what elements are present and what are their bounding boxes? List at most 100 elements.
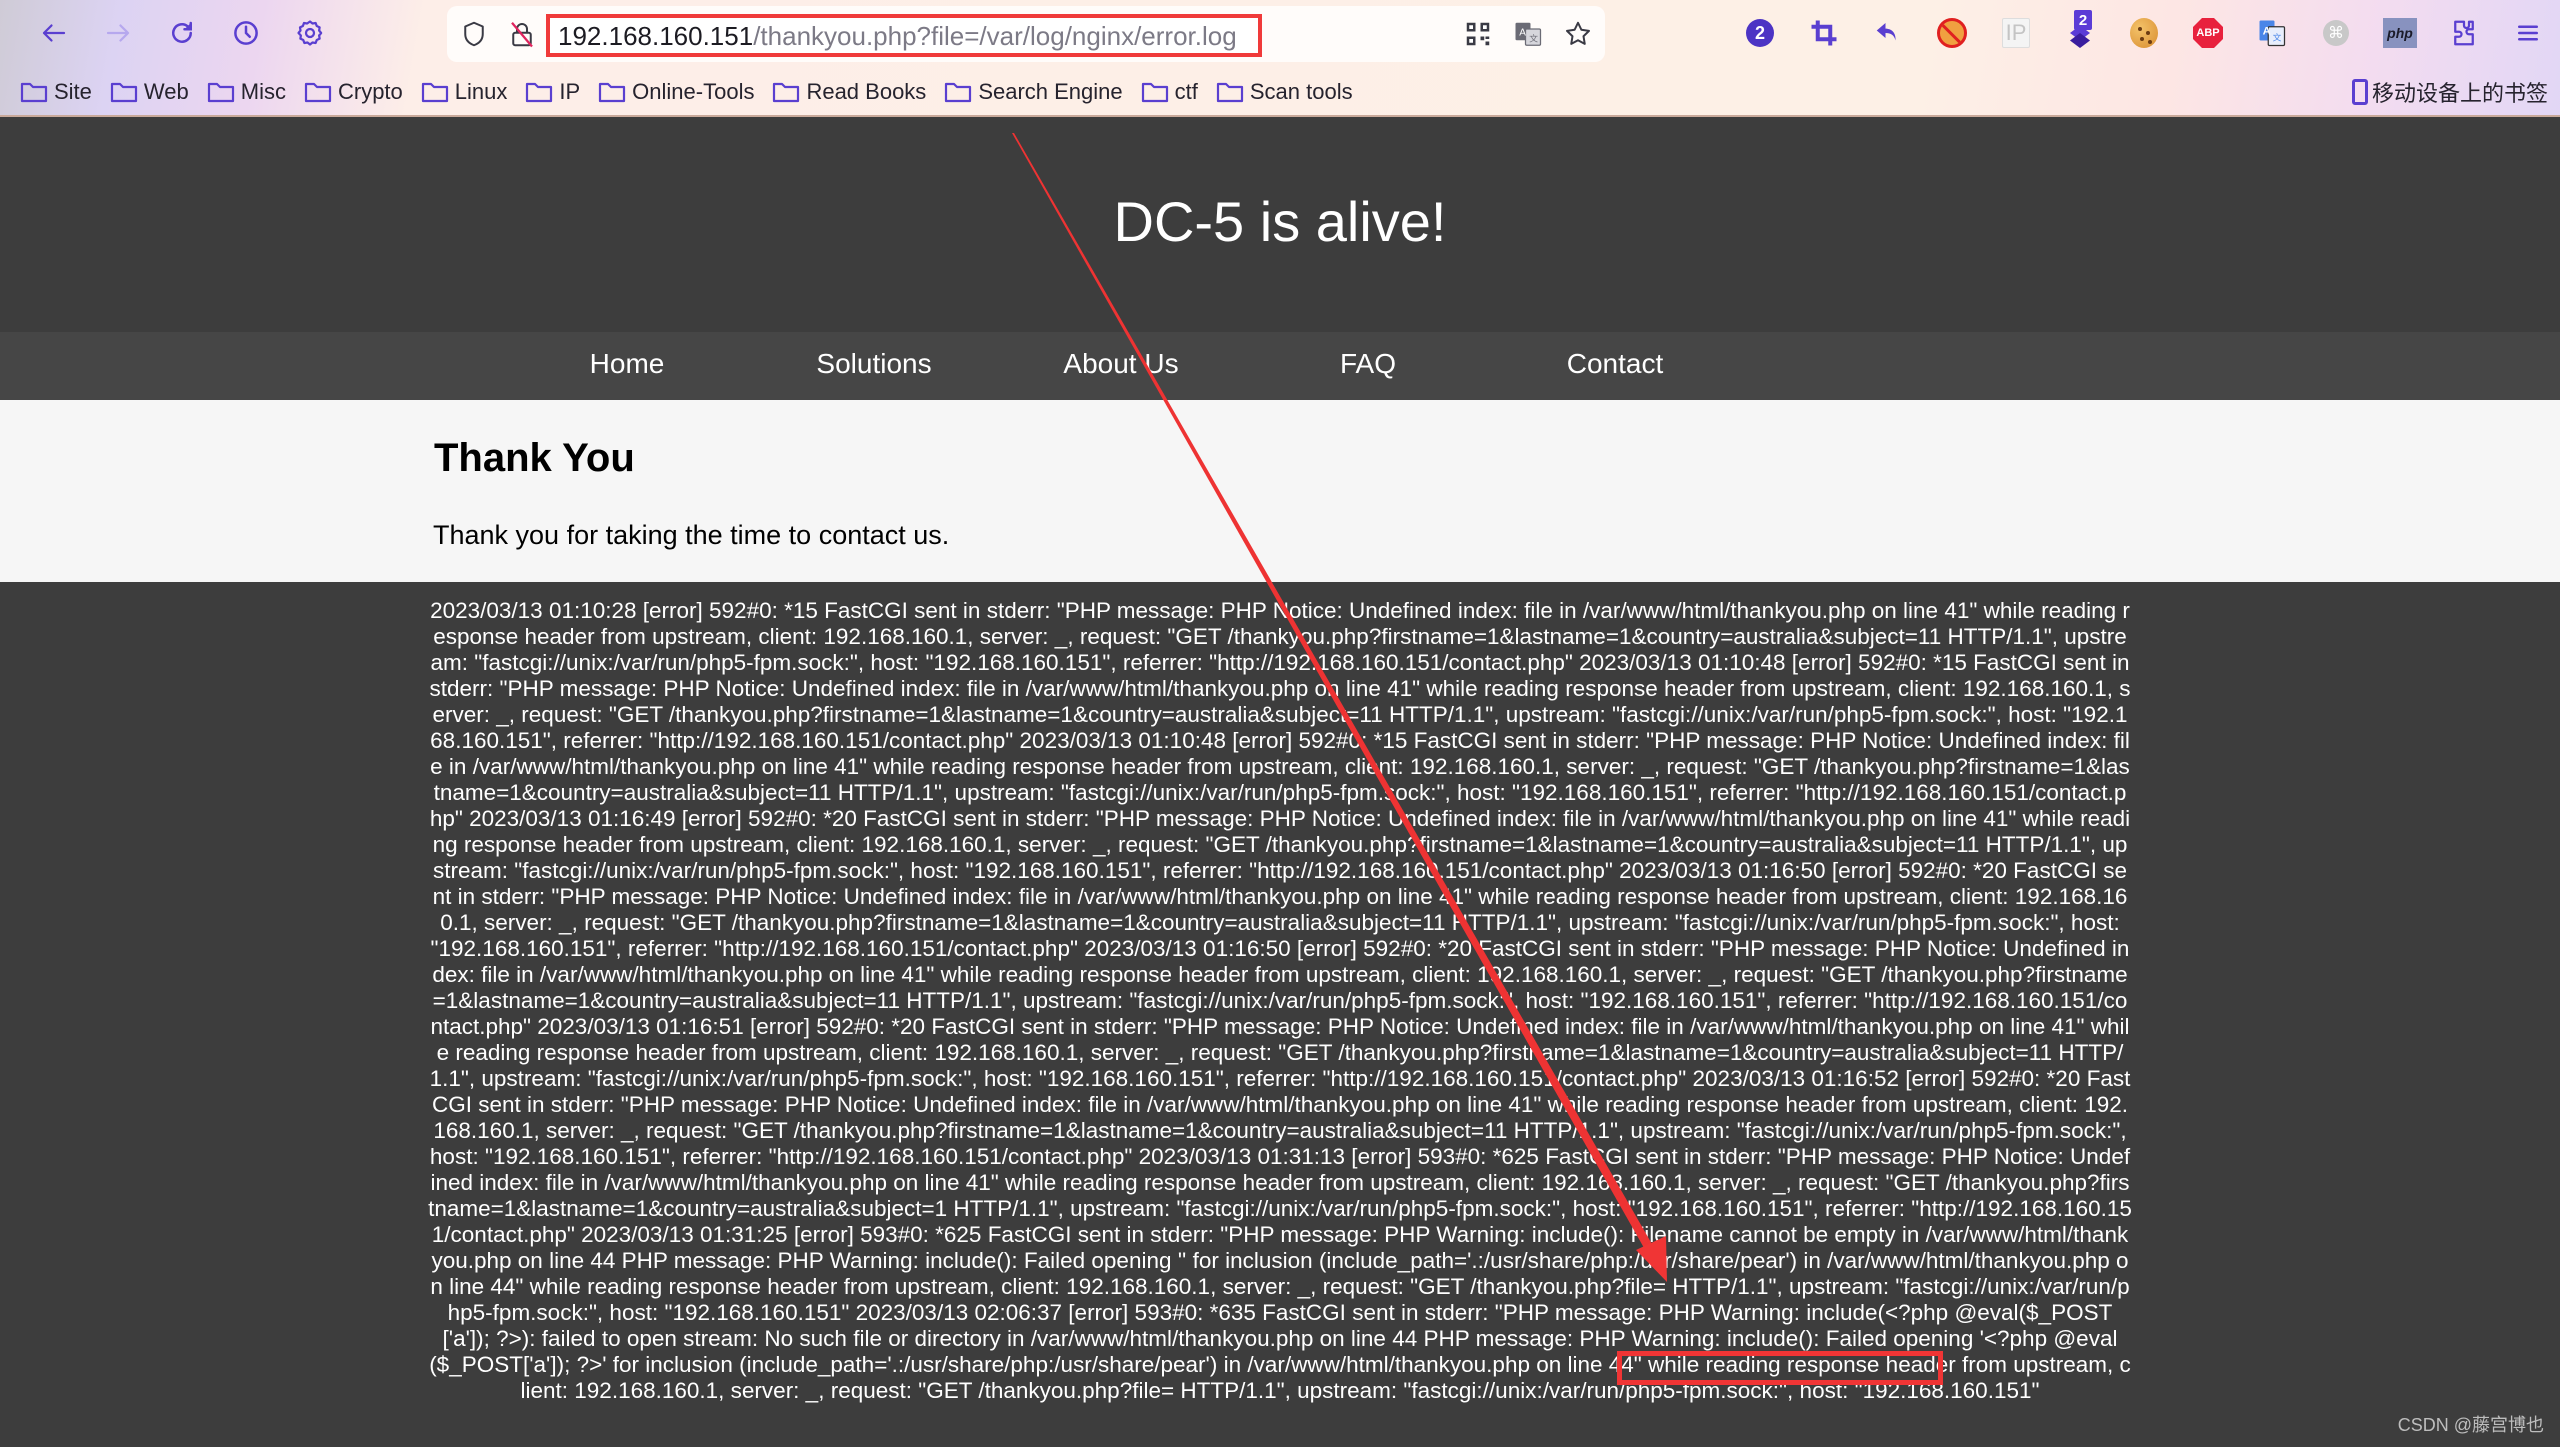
bookmark-star-button[interactable] (1563, 19, 1593, 49)
google-translate-button[interactable]: A文 (2240, 12, 2304, 54)
bookmark-label: IP (559, 79, 581, 104)
puzzle-icon (2454, 20, 2474, 46)
browser-toolbar: 192.168.160.151/thankyou.php?file=/var/l… (0, 0, 2560, 117)
cookie-icon (2130, 18, 2158, 48)
bookmark-label: Crypto (337, 79, 403, 104)
error-log-output: 2023/03/13 01:10:28 [error] 592#0: *15 F… (0, 582, 2560, 1447)
bookmark-label: Online-Tools (632, 79, 755, 104)
cookie-extension-button[interactable] (2112, 12, 2176, 54)
url-path: /thankyou.php?file=/var/log/nginx/error.… (753, 21, 1237, 51)
navigation-buttons (22, 12, 342, 54)
site-nav: Home Solutions About Us FAQ Contact (0, 332, 2560, 400)
bookmark-folder-site[interactable]: Site (20, 79, 92, 105)
badge-extension-button[interactable]: 2 (1728, 12, 1792, 54)
page-heading: Thank You (434, 436, 635, 480)
clock-icon (234, 21, 258, 45)
address-bar[interactable]: 192.168.160.151/thankyou.php?file=/var/l… (447, 6, 1605, 62)
nav-contact[interactable]: Contact (1567, 348, 1664, 380)
nav-solutions[interactable]: Solutions (816, 348, 931, 380)
insecure-lock-icon[interactable] (507, 18, 537, 50)
bookmark-folder-crypto[interactable]: Crypto (304, 79, 403, 105)
reload-button[interactable] (150, 12, 214, 54)
bookmark-folder-misc[interactable]: Misc (207, 79, 286, 105)
bookmark-label: Linux (454, 79, 508, 104)
bookmark-folder-ip[interactable]: IP (525, 79, 580, 105)
stack-badge: 2 (2074, 10, 2092, 30)
folder-icon (1216, 82, 1243, 103)
stack-extension-button[interactable]: 2 (2048, 10, 2112, 54)
site-header: DC-5 is alive! (0, 117, 2560, 332)
arrow-right-icon (106, 24, 130, 42)
badge-extension-icon: 2 (1746, 19, 1774, 47)
bookmark-label: Misc (240, 79, 286, 104)
blocked-fox-icon (1937, 18, 1967, 48)
thank-you-message: Thank you for taking the time to contact… (433, 520, 950, 550)
qr-code-button[interactable] (1463, 19, 1493, 49)
url-input[interactable]: 192.168.160.151/thankyou.php?file=/var/l… (546, 14, 1262, 57)
main-content: Thank You Thank you for taking the time … (0, 400, 2560, 582)
folder-icon (773, 82, 800, 103)
bookmarks-bar: Site Web Misc Crypto Linux IP Online-Too… (20, 74, 1371, 110)
bookmark-label: Read Books (806, 79, 927, 104)
bookmark-label: ctf (1174, 79, 1198, 104)
menu-button[interactable] (2496, 12, 2560, 54)
mobile-bookmarks-label: 移动设备上的书签 (2371, 81, 2548, 106)
hamburger-menu-icon (2518, 25, 2538, 41)
csdn-watermark: CSDN @藤宫博也 (2397, 1415, 2544, 1435)
bookmark-label: Site (54, 79, 92, 104)
bookmark-folder-ctf[interactable]: ctf (1141, 79, 1198, 105)
folder-icon (110, 82, 138, 103)
address-bar-actions: A文 (1463, 16, 1593, 52)
url-host: 192.168.160.151 (558, 21, 754, 51)
folder-icon (599, 82, 626, 103)
command-extension-button[interactable]: ⌘ (2304, 12, 2368, 54)
bookmark-folder-web[interactable]: Web (110, 79, 189, 105)
extensions-button[interactable] (2432, 12, 2496, 54)
mobile-bookmarks[interactable]: 移动设备上的书签 (2351, 74, 2548, 110)
ip-icon: IP (2002, 18, 2030, 48)
extensions-toolbar: 2 IP 2 ABP A文 ⌘ php (1728, 10, 2560, 54)
bookmark-label: Web (143, 79, 189, 104)
no-fox-extension-button[interactable] (1920, 12, 1984, 54)
adblock-plus-icon: ABP (2193, 18, 2223, 48)
qr-code-icon (1466, 22, 1490, 46)
star-icon (1566, 21, 1590, 45)
command-icon: ⌘ (2323, 20, 2349, 46)
mobile-device-icon (2351, 79, 2368, 105)
bookmark-folder-read-books[interactable]: Read Books (772, 79, 926, 105)
nav-about-us[interactable]: About Us (1063, 348, 1178, 380)
history-button[interactable] (214, 12, 278, 54)
folder-icon (304, 82, 332, 103)
php-icon: php (2383, 18, 2417, 48)
undo-extension-button[interactable] (1856, 12, 1920, 54)
ip-extension-button[interactable]: IP (1984, 12, 2048, 54)
bookmark-label: Scan tools (1249, 79, 1353, 104)
bookmark-label: Search Engine (978, 79, 1123, 104)
undo-icon (1876, 23, 1896, 41)
svg-text:A: A (2263, 25, 2271, 37)
svg-text:文: 文 (2273, 32, 2282, 43)
crop-icon (1811, 20, 1837, 46)
google-translate-icon: A文 (2259, 20, 2286, 47)
nav-home[interactable]: Home (590, 348, 665, 380)
folder-icon (1141, 82, 1168, 103)
site-title: DC-5 is alive! (1113, 190, 1447, 253)
forward-button[interactable] (86, 12, 150, 54)
bookmark-folder-scan-tools[interactable]: Scan tools (1216, 79, 1353, 105)
settings-button[interactable] (278, 12, 342, 54)
folder-icon (20, 82, 48, 103)
back-button[interactable] (22, 12, 86, 54)
bookmark-folder-search-engine[interactable]: Search Engine (944, 79, 1123, 105)
folder-icon (945, 82, 972, 103)
bookmark-folder-linux[interactable]: Linux (421, 79, 508, 105)
translate-button[interactable]: A文 (1513, 19, 1543, 49)
adblock-plus-button[interactable]: ABP (2176, 12, 2240, 54)
translate-icon: A文 (1515, 22, 1542, 46)
crop-extension-button[interactable] (1792, 12, 1856, 54)
shield-icon[interactable] (459, 19, 489, 49)
log-text: 2023/03/13 01:10:28 [error] 592#0: *15 F… (428, 598, 2132, 1404)
bookmark-folder-online-tools[interactable]: Online-Tools (598, 79, 754, 105)
folder-icon (207, 82, 234, 103)
nav-faq[interactable]: FAQ (1340, 348, 1396, 380)
php-extension-button[interactable]: php (2368, 12, 2432, 54)
